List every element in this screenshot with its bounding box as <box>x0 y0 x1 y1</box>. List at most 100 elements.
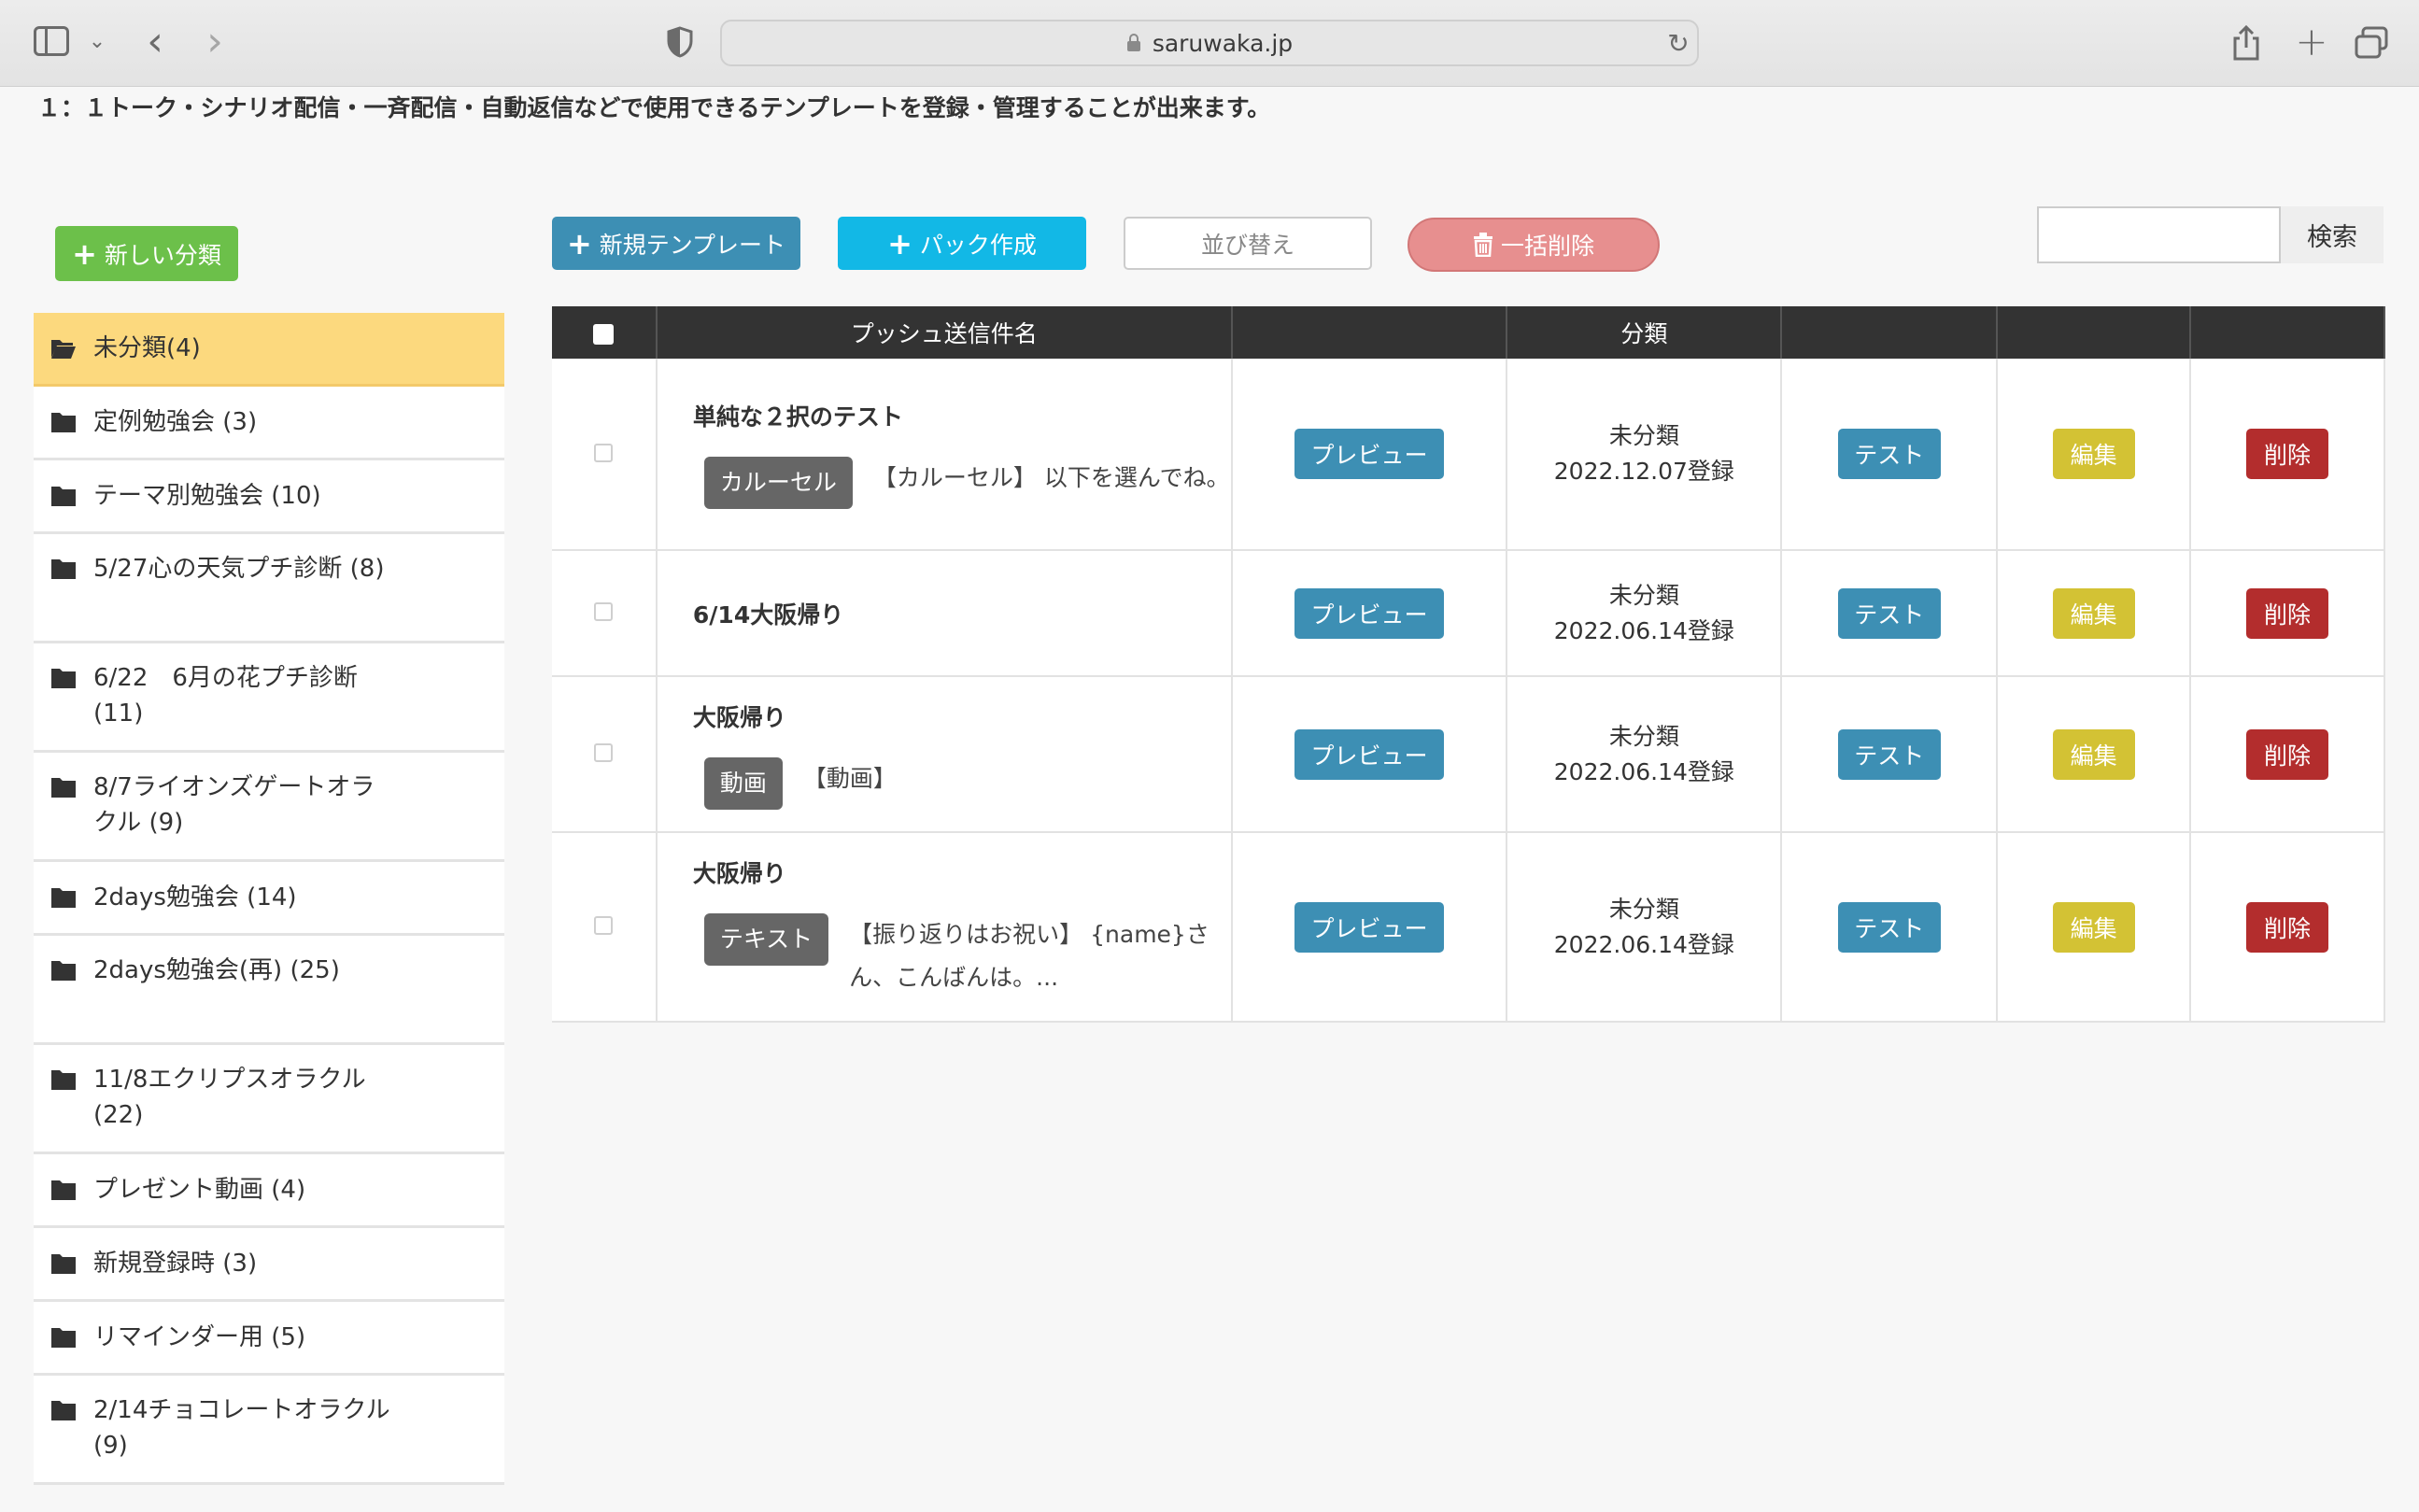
sidebar-item-category[interactable]: テーマ別勉強会 (10) <box>34 460 504 534</box>
category-list: 未分類(4) 定例勉強会 (3) テーマ別勉強会 (10) 5/27心の天気プチ診断 … <box>34 313 504 1485</box>
edit-column-header <box>1997 306 2192 359</box>
row-checkbox[interactable] <box>594 743 614 762</box>
folder-icon <box>51 669 76 688</box>
pack-create-button[interactable]: + パック作成 <box>838 217 1086 270</box>
category-label: 2days勉強会(再) (25) <box>93 956 340 984</box>
delete-button[interactable]: 削除 <box>2246 429 2329 479</box>
preview-cell: プレビュー <box>1231 832 1508 1023</box>
category-label: 5/27心の天気プチ診断 (8) <box>93 555 385 583</box>
template-name-cell: 大阪帰り 動画 【動画】 <box>656 676 1233 833</box>
sidebar-item-category[interactable]: プレゼント動画 (4) <box>34 1154 504 1228</box>
template-type-badge: カルーセル <box>703 457 853 509</box>
table-row: 単純な２択のテスト カルーセル 【カルーセル】 以下を選んでね。 プレビュー 未分類 20… <box>552 359 2385 551</box>
new-category-label: 新しい分類 <box>104 241 221 269</box>
edit-cell: 編集 <box>1997 359 2192 551</box>
sidebar-toggle-icon[interactable] <box>34 26 69 56</box>
sidebar-item-category[interactable]: 未分類(4) <box>34 313 504 387</box>
template-name: 大阪帰り <box>692 859 786 887</box>
preview-button[interactable]: プレビュー <box>1294 901 1444 953</box>
preview-button[interactable]: プレビュー <box>1294 587 1444 639</box>
category-cell: 未分類 2022.06.14登録 <box>1507 832 1783 1023</box>
table-row: 大阪帰りテキスト 【振り返りはお祝い】 {name}さん、こんばんは。... プレビ… <box>552 832 2385 1023</box>
chevron-down-icon[interactable]: ⌄ <box>86 26 108 56</box>
sidebar-item-category[interactable]: 2/14チョコレートオラクル (9) <box>34 1376 504 1485</box>
edit-button[interactable]: 編集 <box>2052 728 2135 780</box>
new-tab-icon[interactable]: + <box>2293 19 2330 64</box>
test-column-header <box>1781 306 1999 359</box>
sidebar-item-category[interactable]: 2days勉強会 (14) <box>34 862 504 936</box>
sidebar-item-category[interactable]: 11/8エクリプスオラクル (22) <box>34 1045 504 1154</box>
sidebar-item-category[interactable]: 5/27心の天気プチ診断 (8) <box>34 534 504 643</box>
preview-button[interactable]: プレビュー <box>1294 728 1444 780</box>
delete-button[interactable]: 削除 <box>2246 587 2329 639</box>
delete-cell: 削除 <box>2190 359 2385 551</box>
share-icon[interactable] <box>2230 24 2262 62</box>
row-category: 未分類 <box>1608 722 1679 750</box>
folder-icon <box>51 1070 76 1090</box>
template-text-preview: 【振り返りはお祝い】 {name}さん、こんばんは。... <box>849 920 1210 991</box>
tab-overview-icon[interactable] <box>2355 26 2388 60</box>
sidebar-item-category[interactable]: 新規登録時 (3) <box>34 1228 504 1302</box>
delete-button[interactable]: 削除 <box>2246 901 2329 953</box>
address-bar[interactable]: saruwaka.jp <box>720 20 1699 66</box>
sort-button[interactable]: 並び替え <box>1124 217 1372 270</box>
row-checkbox[interactable] <box>594 602 614 621</box>
row-select-cell <box>552 676 658 833</box>
template-text-preview: 【動画】 <box>802 764 897 792</box>
edit-cell: 編集 <box>1997 550 2192 677</box>
category-label: 6/22 6月の花プチ診断 (11) <box>93 664 358 728</box>
table-row: 6/14大阪帰り プレビュー 未分類 2022.06.14登録 テスト 編集 削除 <box>552 550 2385 677</box>
name-column-header: プッシュ送信件名 <box>656 306 1233 359</box>
bulk-delete-button[interactable]: 一括削除 <box>1408 218 1660 272</box>
search-button[interactable]: 検索 <box>2281 206 2384 263</box>
edit-cell: 編集 <box>1997 676 2192 833</box>
row-registered-date: 2022.12.07登録 <box>1553 458 1734 485</box>
forward-icon[interactable]: › <box>198 18 232 65</box>
test-button[interactable]: テスト <box>1837 728 1941 780</box>
preview-button[interactable]: プレビュー <box>1294 429 1444 479</box>
test-button[interactable]: テスト <box>1837 587 1941 639</box>
row-checkbox[interactable] <box>594 916 614 935</box>
template-summary: カルーセル 【カルーセル】 以下を選んでね。 <box>658 457 1231 509</box>
edit-button[interactable]: 編集 <box>2052 901 2135 953</box>
row-select-cell <box>552 832 658 1023</box>
category-label: 11/8エクリプスオラクル (22) <box>93 1066 366 1129</box>
category-label: プレゼント動画 (4) <box>93 1176 306 1204</box>
row-registered-date: 2022.06.14登録 <box>1553 616 1734 644</box>
new-category-button[interactable]: + 新しい分類 <box>55 226 238 281</box>
sidebar-item-category[interactable]: 2days勉強会(再) (25) <box>34 936 504 1045</box>
category-label: テーマ別勉強会 (10) <box>93 482 321 510</box>
folder-icon <box>51 487 76 506</box>
lock-icon <box>1126 34 1140 51</box>
test-cell: テスト <box>1781 550 1999 677</box>
template-summary: テキスト 【振り返りはお祝い】 {name}さん、こんばんは。... <box>658 912 1231 999</box>
sidebar-item-category[interactable]: 6/22 6月の花プチ診断 (11) <box>34 643 504 753</box>
privacy-shield-icon[interactable] <box>666 26 694 58</box>
row-checkbox[interactable] <box>594 443 614 462</box>
reload-icon[interactable]: ↻ <box>1663 28 1693 59</box>
sidebar-item-category[interactable]: 8/7ライオンズゲートオラクル (9) <box>34 753 504 862</box>
test-button[interactable]: テスト <box>1837 901 1941 953</box>
plus-icon: + <box>887 225 912 261</box>
sidebar-item-category[interactable]: 定例勉強会 (3) <box>34 387 504 460</box>
edit-button[interactable]: 編集 <box>2052 429 2135 479</box>
edit-button[interactable]: 編集 <box>2052 587 2135 639</box>
search-input[interactable] <box>2037 206 2281 263</box>
plus-icon: + <box>566 225 592 261</box>
sidebar-item-category[interactable]: リマインダー用 (5) <box>34 1302 504 1376</box>
back-icon[interactable]: ‹ <box>138 18 172 65</box>
template-text-preview: 【カルーセル】 以下を選んでね。 <box>872 464 1230 491</box>
delete-button[interactable]: 削除 <box>2246 728 2329 780</box>
template-name-cell: 単純な２択のテスト カルーセル 【カルーセル】 以下を選んでね。 <box>656 359 1233 551</box>
row-select-cell <box>552 550 658 677</box>
template-name-cell: 6/14大阪帰り <box>656 550 1233 677</box>
new-template-button[interactable]: + 新規テンプレート <box>552 217 800 270</box>
preview-cell: プレビュー <box>1231 550 1508 677</box>
new-template-label: 新規テンプレート <box>599 231 786 259</box>
delete-cell: 削除 <box>2190 676 2385 833</box>
pack-create-label: パック作成 <box>919 231 1037 259</box>
test-cell: テスト <box>1781 676 1999 833</box>
row-category: 未分類 <box>1608 581 1679 609</box>
test-button[interactable]: テスト <box>1837 429 1941 479</box>
select-all-checkbox[interactable] <box>593 323 615 345</box>
